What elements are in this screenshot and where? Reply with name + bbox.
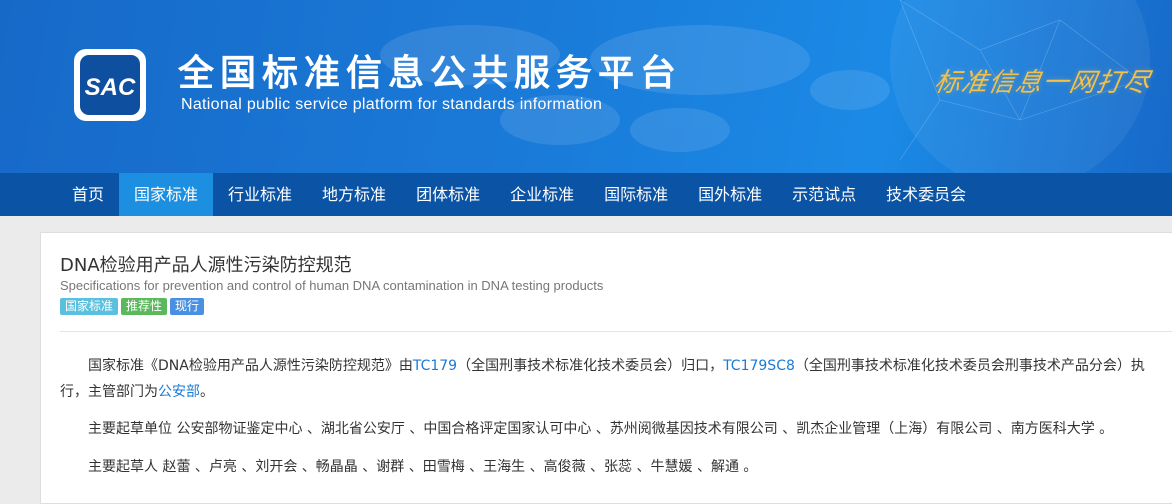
nav-item-home[interactable]: 首页	[57, 173, 119, 216]
badge-current: 现行	[170, 298, 205, 315]
site-header: SAC 全国标准信息公共服务平台 National public service…	[0, 0, 1172, 173]
desc-text-b: （全国刑事技术标准化技术委员会）归口，	[457, 358, 724, 374]
nav-item-industry-standard[interactable]: 行业标准	[213, 173, 307, 216]
nav-item-international-standard[interactable]: 国际标准	[589, 173, 683, 216]
tc-link[interactable]: TC179	[413, 358, 457, 374]
site-subtitle: National public service platform for sta…	[181, 96, 603, 113]
nav-item-group-standard[interactable]: 团体标准	[401, 173, 495, 216]
drafters: 主要起草人 赵蕾 、卢亮 、刘开会 、畅晶晶 、谢群 、田雪梅 、王海生 、高俊…	[88, 459, 758, 475]
badge-recommended: 推荐性	[121, 298, 168, 315]
nav-item-local-standard[interactable]: 地方标准	[307, 173, 401, 216]
description-paragraph: 国家标准《DNA检验用产品人源性污染防控规范》由TC179（全国刑事技术标准化技…	[60, 353, 1170, 405]
site-title: 全国标准信息公共服务平台	[178, 53, 683, 94]
nav-item-national-standard[interactable]: 国家标准	[119, 173, 214, 216]
divider	[60, 331, 1172, 332]
nav-item-technical-committee[interactable]: 技术委员会	[871, 173, 981, 216]
desc-text-d: 。	[200, 384, 214, 400]
sac-logo: SAC	[74, 49, 146, 121]
nav-item-foreign-standard[interactable]: 国外标准	[683, 173, 777, 216]
sc-link[interactable]: TC179SC8	[723, 358, 795, 374]
department-link[interactable]: 公安部	[158, 384, 200, 400]
drafting-units: 主要起草单位 公安部物证鉴定中心 、湖北省公安厅 、中国合格评定国家认可中心 、…	[88, 421, 1114, 437]
desc-text-a: 国家标准《DNA检验用产品人源性污染防控规范》由	[88, 358, 413, 374]
nav-item-demo-pilot[interactable]: 示范试点	[777, 173, 871, 216]
nav-item-enterprise-standard[interactable]: 企业标准	[495, 173, 589, 216]
logo-text: SAC	[85, 74, 136, 101]
standard-detail-panel: DNA检验用产品人源性污染防控规范 Specifications for pre…	[40, 232, 1172, 504]
standard-title: DNA检验用产品人源性污染防控规范	[60, 255, 352, 276]
nav-list: 首页 国家标准 行业标准 地方标准 团体标准 企业标准 国际标准 国外标准 示范试点 技术委员会	[57, 173, 981, 216]
status-badges: 国家标准 推荐性 现行	[60, 298, 207, 315]
standard-title-en: Specifications for prevention and contro…	[60, 278, 604, 293]
main-nav: 首页 国家标准 行业标准 地方标准 团体标准 企业标准 国际标准 国外标准 示范试点 技术委员会	[0, 173, 1172, 216]
badge-national-standard: 国家标准	[60, 298, 119, 315]
slogan: 标准信息一网打尽	[931, 68, 1154, 98]
